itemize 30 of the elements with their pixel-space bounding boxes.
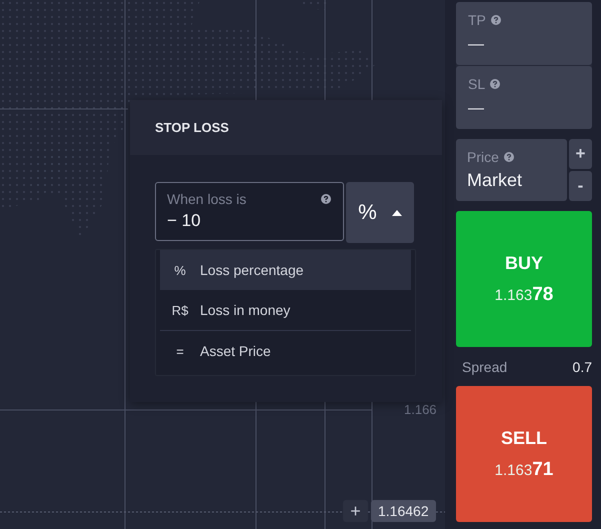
help-icon[interactable]: [504, 152, 514, 162]
spread-value: 0.7: [572, 359, 592, 375]
help-icon[interactable]: [490, 79, 500, 89]
field-label: Price: [467, 149, 499, 165]
menu-item[interactable]: R$ Loss in money: [160, 290, 411, 331]
take-profit-field[interactable]: TP —: [456, 2, 592, 65]
spread-label: Spread: [462, 359, 508, 375]
field-label: TP: [468, 12, 486, 28]
stop-loss-field[interactable]: SL —: [456, 66, 592, 129]
help-icon[interactable]: [490, 15, 501, 25]
increase-button[interactable]: +: [569, 139, 592, 169]
field-value: Market: [467, 170, 524, 191]
menu-item[interactable]: % Loss percentage: [160, 250, 411, 290]
axis-label: 1.166: [404, 402, 437, 417]
field-value: − 10: [167, 211, 202, 231]
field-label: SL: [468, 76, 486, 92]
caret-icon: [392, 210, 402, 216]
price-tag: 1.16462: [371, 500, 436, 522]
decrease-button[interactable]: -: [569, 171, 592, 201]
price-field[interactable]: Price Market: [456, 139, 567, 201]
menu-item[interactable]: = Asset Price: [160, 331, 411, 371]
unit-dropdown[interactable]: %: [346, 182, 414, 243]
panel-title: STOP LOSS: [155, 120, 229, 135]
help-icon[interactable]: [321, 194, 331, 204]
loss-input-field[interactable]: When loss is − 10: [155, 182, 344, 241]
sell-button[interactable]: SELL 1.16371: [456, 386, 592, 522]
add-button[interactable]: +: [343, 500, 368, 522]
field-label: When loss is: [167, 191, 246, 207]
field-value: —: [468, 100, 485, 118]
field-value: —: [468, 36, 485, 54]
